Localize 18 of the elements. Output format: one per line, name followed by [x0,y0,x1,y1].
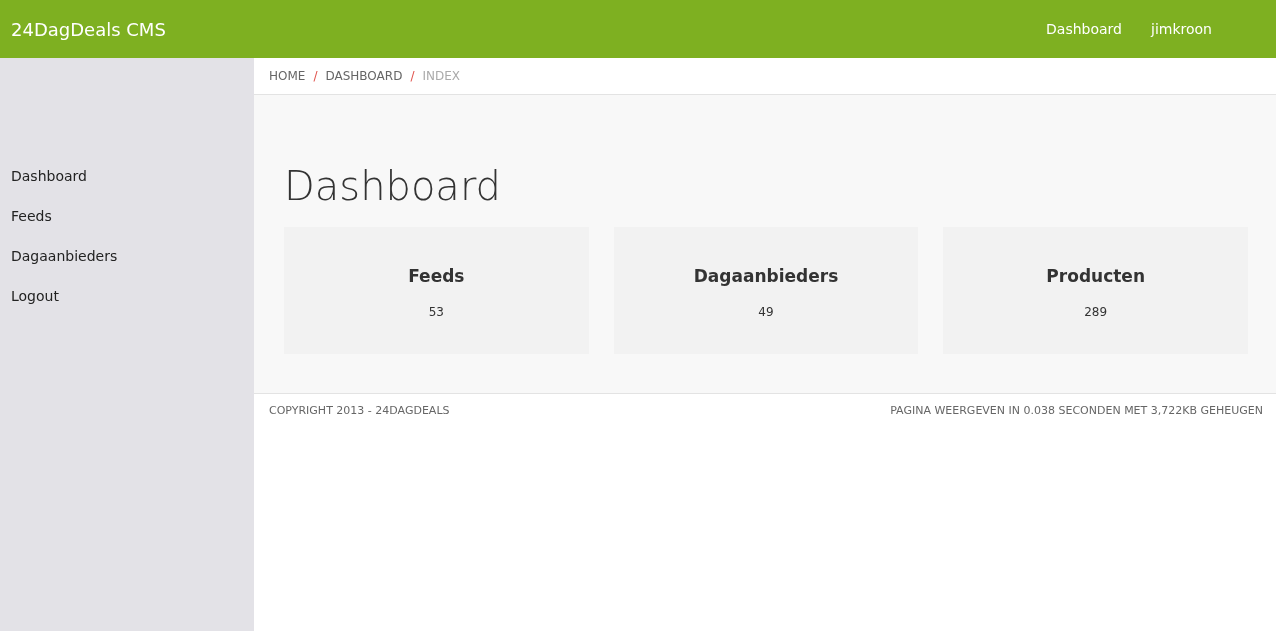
stat-value: 53 [428,305,444,319]
render-info-text: PAGINA WEERGEVEN IN 0.038 SECONDEN MET 3,722KB GEHEUGEN [890,404,1263,417]
sidebar-item[interactable]: Dashboard [11,166,87,186]
stat-title: Feeds [408,265,465,287]
breadcrumb-link[interactable]: DASHBOARD [325,69,403,83]
stat-value: 49 [758,305,774,319]
breadcrumb-current-text: INDEX [422,69,460,83]
copyright-text: COPYRIGHT 2013 - 24DAGDEALS [269,404,450,417]
stat-title: Dagaanbieders [693,265,839,287]
breadcrumb-link[interactable]: HOME [269,69,306,83]
stat-value: 289 [1084,305,1108,319]
breadcrumb-separator: / [313,69,318,83]
sidebar-item[interactable]: Dagaanbieders [11,246,118,266]
breadcrumb-separator: / [410,69,415,83]
stat-title: Producten [1046,265,1145,287]
sidebar-item[interactable]: Logout [11,286,59,306]
sidebar-item[interactable]: Feeds [11,206,52,226]
page-title: Dashboard [284,162,502,211]
